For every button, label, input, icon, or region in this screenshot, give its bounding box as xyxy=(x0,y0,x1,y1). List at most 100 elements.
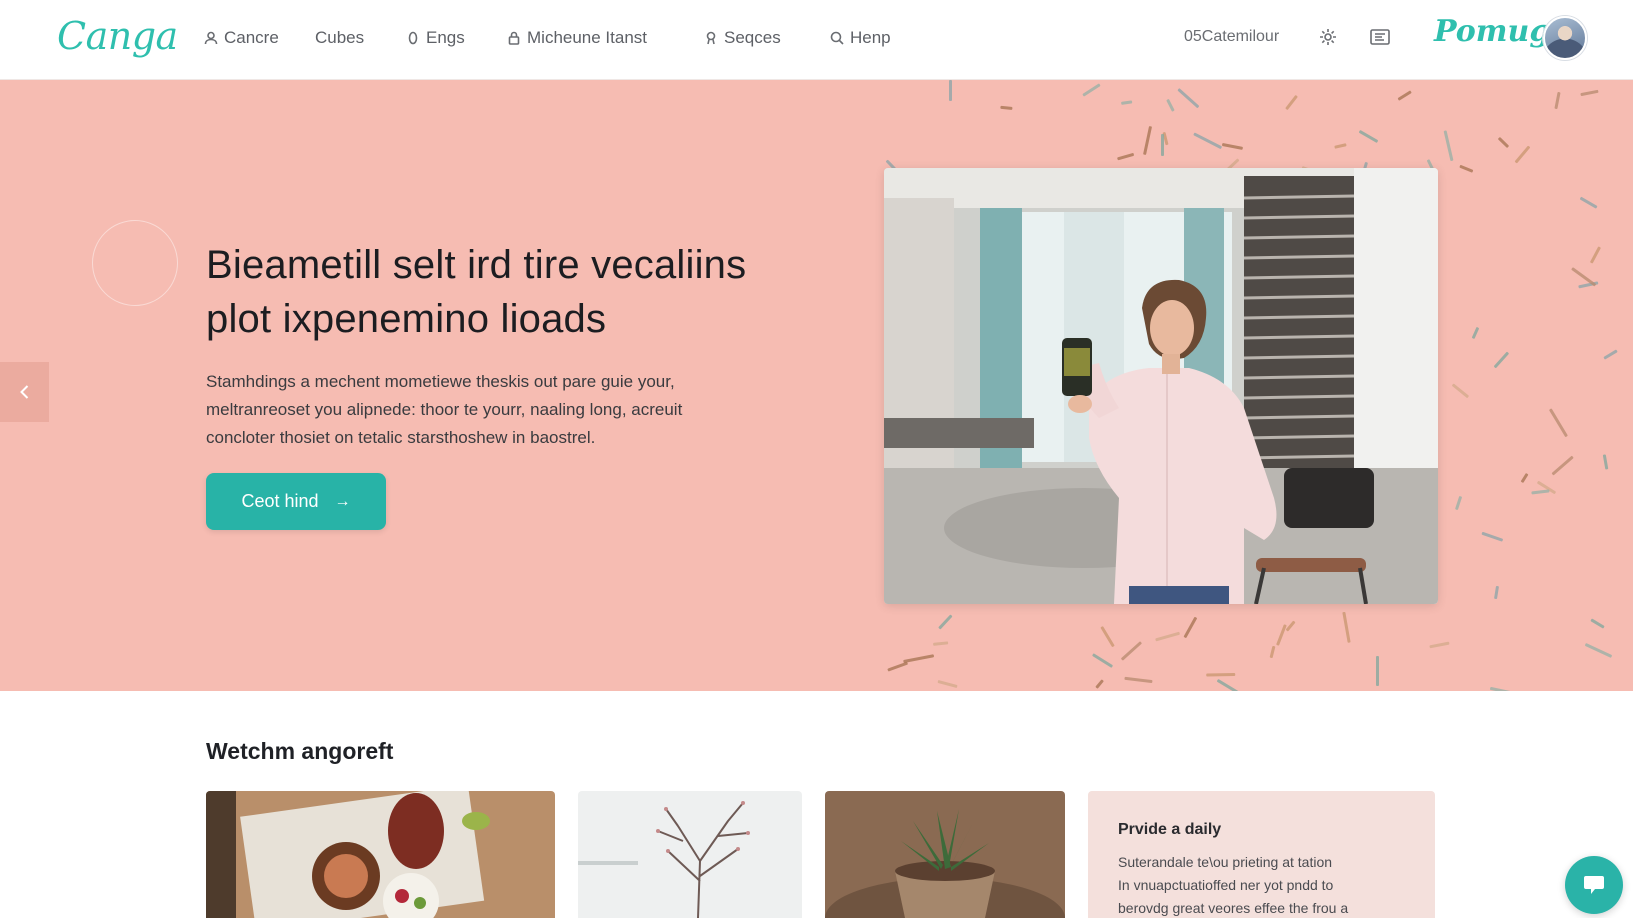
arrow-right-icon: → xyxy=(334,492,351,510)
confetti-piece xyxy=(1165,99,1175,112)
cta-label: Ceot hind xyxy=(241,491,319,511)
avatar[interactable] xyxy=(1543,16,1587,60)
confetti-piece xyxy=(1082,83,1101,97)
confetti-piece xyxy=(1580,89,1599,97)
chat-button[interactable] xyxy=(1565,856,1623,914)
confetti-piece xyxy=(1215,678,1239,691)
confetti-piece xyxy=(1494,351,1510,369)
confetti-piece xyxy=(1584,643,1612,659)
account-link[interactable]: 05Catemilour xyxy=(1184,28,1279,46)
hero-description: Stamhdings a mechent mometiewe theskis o… xyxy=(206,368,766,452)
confetti-piece xyxy=(1275,623,1287,646)
card-title: Prvide a daily xyxy=(1118,821,1222,838)
chevron-left-icon xyxy=(19,385,28,399)
confetti-piece xyxy=(1455,495,1463,511)
nav-label: Seqces xyxy=(724,28,781,47)
hero-desc-line-2: meltranreoset you alipnede: thoor te you… xyxy=(206,400,683,419)
confetti-piece xyxy=(1482,531,1504,542)
confetti-piece xyxy=(948,80,952,101)
chat-icon xyxy=(1584,876,1604,894)
confetti-piece xyxy=(938,614,953,630)
confetti-piece xyxy=(1205,673,1236,677)
hero-cta-button[interactable]: Ceot hind → xyxy=(206,473,386,530)
logo[interactable]: Canga xyxy=(57,14,178,58)
card-food[interactable] xyxy=(206,791,555,918)
hero-desc-line-3: concloter thosiet on tetalic starsthoshe… xyxy=(206,428,596,447)
card-body-line-1: Suterandale te\ou prieting at tation xyxy=(1118,854,1333,870)
list-icon xyxy=(1370,29,1390,45)
confetti-piece xyxy=(1100,625,1115,647)
nav-item-engs[interactable]: Engs xyxy=(406,26,465,50)
confetti-piece xyxy=(1358,129,1378,143)
card-tree[interactable] xyxy=(578,791,802,918)
confetti-piece xyxy=(1397,90,1413,102)
confetti-piece xyxy=(1000,106,1013,111)
hero-title-line-2: plot ixpenemino lioads xyxy=(206,297,607,341)
confetti-piece xyxy=(1192,132,1222,150)
confetti-piece xyxy=(1459,164,1474,173)
confetti-piece xyxy=(1603,349,1619,361)
hero-banner: Bieametill selt ird tire vecaliins plot … xyxy=(0,80,1633,691)
confetti-piece xyxy=(1589,245,1601,264)
logo-text[interactable]: Canga xyxy=(57,14,178,58)
confetti-piece xyxy=(1520,472,1529,483)
confetti-piece xyxy=(937,680,958,689)
confetti-piece xyxy=(1154,631,1180,642)
decorative-ring xyxy=(92,220,178,306)
confetti-piece xyxy=(1443,130,1454,162)
hero-title-line-1: Bieametill selt ird tire vecaliins xyxy=(206,243,747,287)
confetti-piece xyxy=(1116,152,1134,161)
brand-wordmark[interactable]: Pomug xyxy=(1434,14,1550,49)
section-title: Wetchm angoreft xyxy=(206,738,394,764)
lock-icon xyxy=(508,31,520,45)
confetti-piece xyxy=(1142,126,1152,156)
nav-item-micheune-itanst[interactable]: Micheune Itanst xyxy=(507,26,647,50)
nav-label: Engs xyxy=(426,28,465,47)
settings-button[interactable] xyxy=(1315,24,1341,50)
bare-tree-branches-image xyxy=(578,791,802,918)
confetti-piece xyxy=(1531,489,1550,495)
confetti-piece xyxy=(1124,677,1153,684)
nav-item-seqces[interactable]: Seqces xyxy=(704,26,781,50)
confetti-piece xyxy=(1579,196,1598,210)
confetti-piece xyxy=(886,661,908,672)
confetti-piece xyxy=(1548,408,1568,438)
confetti-piece xyxy=(1489,686,1519,691)
confetti-piece xyxy=(1333,142,1347,149)
card-succulent[interactable] xyxy=(825,791,1065,918)
confetti-piece xyxy=(1285,620,1297,632)
confetti-piece xyxy=(1269,645,1276,658)
top-navigation-bar: Canga Cancre Cubes Engs Micheune Itanst … xyxy=(0,0,1633,80)
list-button[interactable] xyxy=(1367,24,1393,50)
nav-item-henp[interactable]: Henp xyxy=(830,26,891,50)
nav-item-cubes[interactable]: Cubes xyxy=(315,26,364,50)
food-plate-image xyxy=(206,791,555,918)
card-body-line-2: In vnuapctuatioffed ner yot pndd to xyxy=(1118,877,1334,893)
pin-icon xyxy=(706,31,716,45)
hero-photo xyxy=(884,168,1438,604)
confetti-piece xyxy=(1551,455,1574,476)
confetti-piece xyxy=(1451,383,1470,399)
confetti-piece xyxy=(1285,95,1299,111)
confetti-piece xyxy=(1177,88,1200,109)
settings-icon xyxy=(1320,29,1336,45)
confetti-piece xyxy=(1161,134,1165,156)
confetti-piece xyxy=(1094,679,1104,690)
card-body: Suterandale te\ou prieting at tation In … xyxy=(1118,851,1405,918)
confetti-piece xyxy=(1602,453,1609,470)
woman-drinking-photo xyxy=(884,168,1438,604)
confetti-piece xyxy=(1471,327,1480,340)
nav-item-cancre[interactable]: Cancre xyxy=(204,26,279,50)
confetti-piece xyxy=(1554,91,1561,109)
confetti-piece xyxy=(1498,137,1510,149)
carousel-prev-button[interactable] xyxy=(0,362,49,422)
card-body-line-3: berovdg great veores effee the frou a xyxy=(1118,900,1349,916)
confetti-piece xyxy=(1493,585,1499,600)
confetti-piece xyxy=(1183,617,1197,639)
confetti-piece xyxy=(932,641,949,646)
confetti-piece xyxy=(1120,641,1143,661)
nav-label: Cubes xyxy=(315,28,365,47)
card-article[interactable]: Prvide a daily Suterandale te\ou prietin… xyxy=(1088,791,1435,918)
confetti-piece xyxy=(1091,653,1114,669)
confetti-piece xyxy=(1590,618,1606,629)
